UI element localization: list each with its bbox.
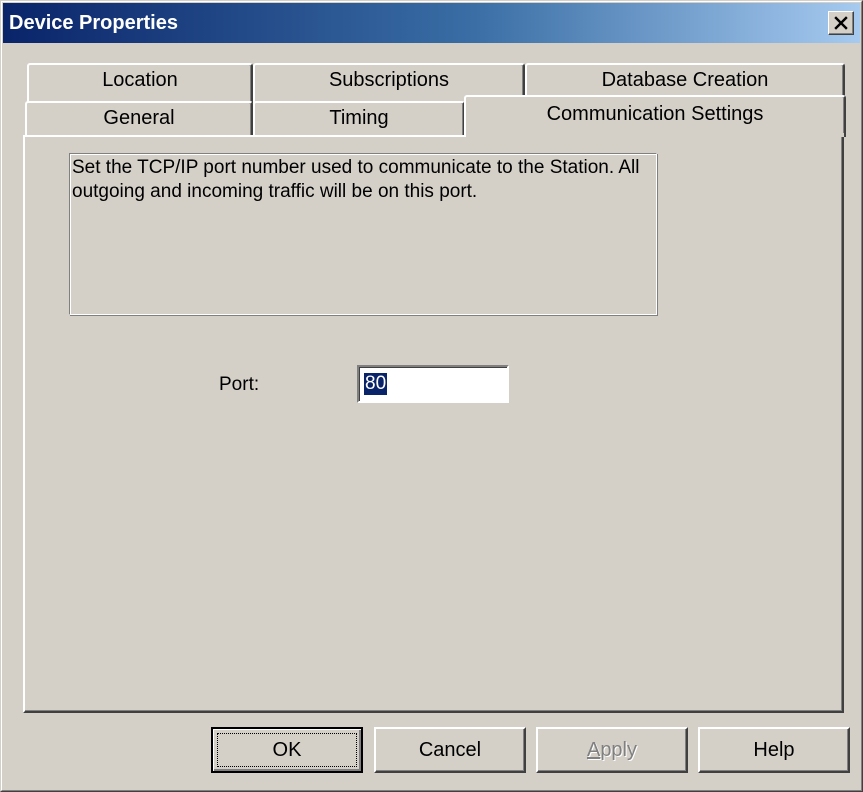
port-input[interactable]: 80	[357, 365, 509, 403]
description-box: Set the TCP/IP port number used to commu…	[69, 153, 657, 315]
device-properties-dialog: Device Properties Location Subscriptions…	[0, 0, 863, 792]
apply-button-label: pply	[600, 739, 638, 761]
tab-general[interactable]: General	[25, 101, 253, 137]
apply-button[interactable]: Apply	[536, 727, 688, 773]
cancel-button-label: Cancel	[418, 739, 482, 761]
help-button-label: Help	[753, 739, 795, 761]
active-tab-join	[466, 133, 844, 137]
apply-button-mnemonic: A	[586, 739, 601, 761]
title-bar[interactable]: Device Properties	[3, 3, 860, 43]
help-button[interactable]: Help	[698, 727, 850, 773]
close-button[interactable]	[828, 11, 854, 35]
tab-timing[interactable]: Timing	[253, 101, 465, 137]
description-text: Set the TCP/IP port number used to commu…	[72, 157, 640, 202]
ok-button[interactable]: OK	[211, 727, 363, 773]
port-input-value: 80	[362, 372, 389, 396]
cancel-button[interactable]: Cancel	[374, 727, 526, 773]
port-label: Port:	[219, 374, 260, 395]
focus-ring	[217, 733, 357, 767]
window-title: Device Properties	[9, 12, 178, 34]
tab-location[interactable]: Location	[27, 63, 253, 103]
close-icon	[834, 16, 848, 30]
tab-communication-settings[interactable]: Communication Settings	[464, 95, 846, 137]
